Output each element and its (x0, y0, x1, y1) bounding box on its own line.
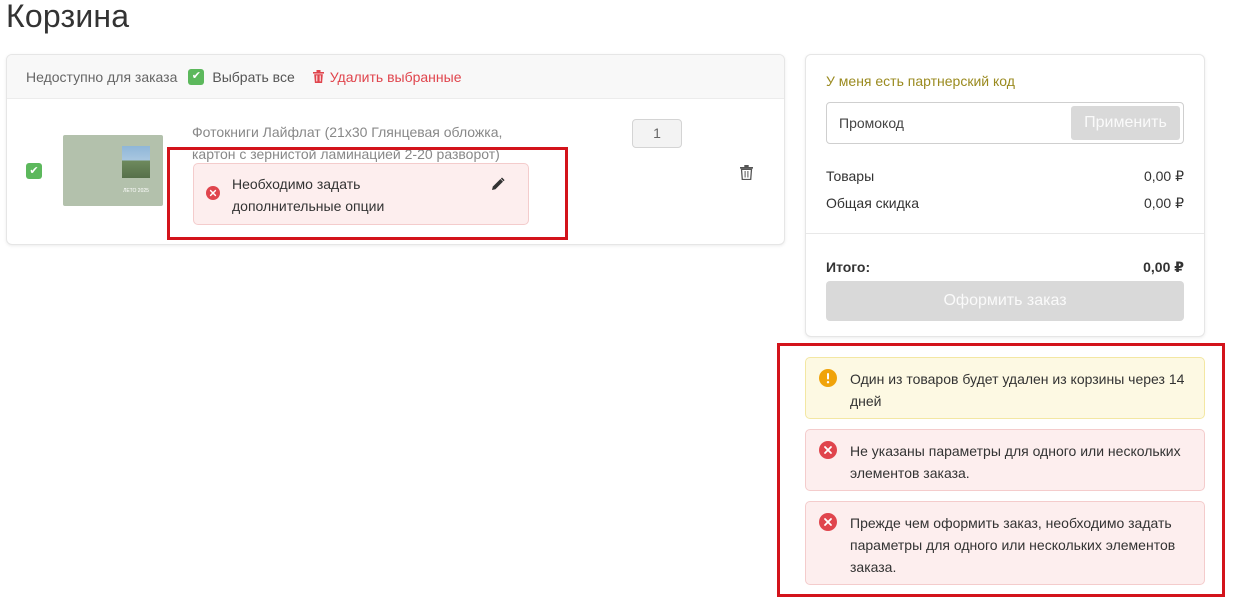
checkout-blocked-alert: Прежде чем оформить заказ, необходимо за… (805, 501, 1205, 585)
delete-item-button[interactable] (740, 165, 753, 185)
quantity-input[interactable]: 1 (632, 119, 682, 148)
select-all-checkbox[interactable]: ✔ Выбрать все (188, 68, 295, 85)
pencil-icon (492, 177, 505, 190)
removal-warning-alert: Один из товаров будет удален из корзины … (805, 357, 1205, 419)
trash-icon (312, 70, 324, 83)
alert-line: Один из товаров будет удален из корзины … (850, 371, 1185, 387)
item-title: Фотокниги Лайфлат (21x30 Глянцевая облож… (192, 121, 522, 165)
goods-value: 0,00 ₽ (1143, 168, 1184, 184)
partner-code-link[interactable]: У меня есть партнерский код (826, 73, 1015, 89)
discount-value: 0,00 ₽ (1143, 195, 1184, 211)
alert-line: параметры для одного или нескольких элем… (850, 537, 1176, 553)
cart-toolbar: Недоступно для заказа ✔ Выбрать все Удал… (7, 55, 784, 99)
unavailable-label: Недоступно для заказа (26, 68, 178, 85)
error-icon (819, 513, 837, 537)
select-all-label: Выбрать все (212, 68, 295, 85)
summary-divider (806, 233, 1204, 234)
missing-params-alert: Не указаны параметры для одного или неск… (805, 429, 1205, 491)
page-title: Корзина (6, 0, 130, 34)
goods-row: Товары 0,00 ₽ (826, 168, 1184, 185)
warning-icon (819, 369, 837, 393)
total-row: Итого: 0,00 ₽ (826, 259, 1184, 276)
item-title-line: картон с зернистой ламинацией 2-20 разво… (192, 146, 500, 162)
alert-line: элементов заказа. (850, 465, 970, 481)
alert-line: дней (850, 393, 882, 409)
item-error-line: Необходимо задать (232, 176, 361, 192)
product-thumbnail[interactable]: ЛЕТО 2025 (63, 135, 163, 206)
promo-field: Применить (826, 102, 1184, 144)
item-options-error: Необходимо задать дополнительные опции (193, 163, 529, 225)
goods-label: Товары (826, 168, 875, 184)
apply-promo-button[interactable]: Применить (1071, 106, 1180, 140)
discount-row: Общая скидка 0,00 ₽ (826, 195, 1184, 212)
order-summary: У меня есть партнерский код Применить То… (805, 54, 1205, 337)
item-error-line: дополнительные опции (232, 198, 385, 214)
promo-input[interactable] (828, 104, 1068, 142)
cart-panel: Недоступно для заказа ✔ Выбрать все Удал… (6, 54, 785, 245)
error-message: Прежде чем оформить заказ, необходимо за… (850, 512, 1195, 578)
error-message: Не указаны параметры для одного или неск… (850, 440, 1195, 484)
error-icon (819, 441, 837, 465)
item-title-line: Фотокниги Лайфлат (21x30 Глянцевая облож… (192, 124, 503, 140)
item-error-message: Необходимо задать дополнительные опции (232, 173, 482, 217)
warning-message: Один из товаров будет удален из корзины … (850, 368, 1195, 412)
edit-options-button[interactable] (490, 177, 505, 197)
discount-label: Общая скидка (826, 195, 920, 211)
total-label: Итого: (826, 259, 871, 275)
cover-photo (122, 146, 150, 178)
thumbnail-text: ЛЕТО 2025 (123, 188, 149, 194)
alert-line: заказа. (850, 559, 897, 575)
alert-line: Прежде чем оформить заказ, необходимо за… (850, 515, 1172, 531)
error-icon (206, 186, 220, 205)
item-checkbox[interactable]: ✔ (26, 163, 42, 179)
alert-line: Не указаны параметры для одного или неск… (850, 443, 1181, 459)
checkmark-icon: ✔ (188, 68, 205, 85)
total-value: 0,00 ₽ (1143, 259, 1184, 275)
checkout-button[interactable]: Оформить заказ (826, 281, 1184, 321)
trash-icon (740, 165, 753, 181)
delete-selected-button[interactable]: Удалить выбранные (312, 68, 462, 85)
delete-selected-label: Удалить выбранные (329, 68, 462, 85)
